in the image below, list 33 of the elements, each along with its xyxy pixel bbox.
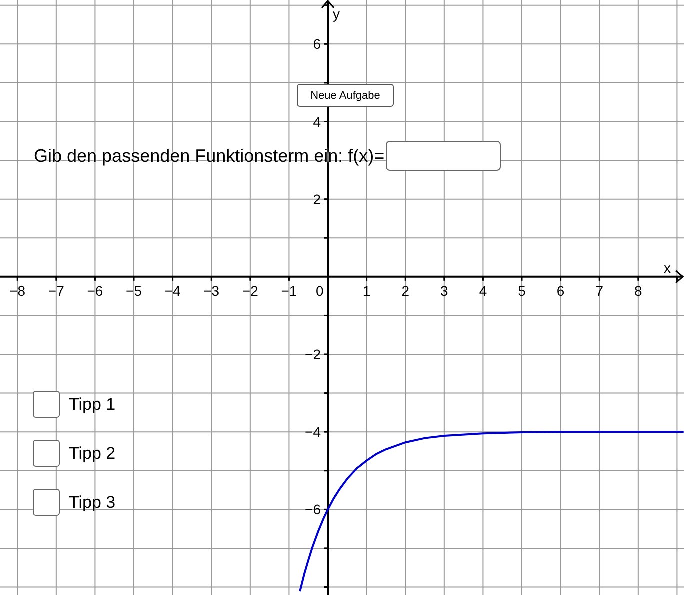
tick-label: −5 xyxy=(126,282,142,299)
tick-label: 5 xyxy=(518,282,526,299)
tick-label: 1 xyxy=(362,282,371,299)
tick-label: 2 xyxy=(313,191,322,208)
tick-label: 6 xyxy=(556,282,565,299)
tick-label: −1 xyxy=(281,282,298,299)
tick-label: 2 xyxy=(402,282,410,299)
checkbox-label[interactable]: Tipp 1 xyxy=(69,394,116,414)
tick-label: 7 xyxy=(596,282,604,299)
checkbox[interactable] xyxy=(33,440,60,467)
tick-label: −8 xyxy=(10,282,26,299)
x-axis-label: x xyxy=(664,260,671,276)
tick-label: −6 xyxy=(87,282,104,299)
checkbox[interactable] xyxy=(33,391,60,418)
checkbox[interactable] xyxy=(33,489,60,516)
new-task-button[interactable]: Neue Aufgabe xyxy=(297,84,394,107)
tick-label: 6 xyxy=(313,36,322,52)
origin-label: 0 xyxy=(316,282,324,299)
tick-label: −2 xyxy=(242,282,258,299)
tick-label: 4 xyxy=(313,114,322,130)
checkbox-label[interactable]: Tipp 3 xyxy=(69,492,116,512)
tick-label: 4 xyxy=(479,282,488,299)
tick-label: 3 xyxy=(440,282,448,299)
tick-label: −6 xyxy=(305,502,322,518)
y-axis-label: y xyxy=(333,6,340,22)
tick-label: −3 xyxy=(204,282,220,299)
input-field[interactable] xyxy=(386,141,501,171)
tick-label: −7 xyxy=(48,282,64,299)
tick-label: −2 xyxy=(305,346,322,362)
checkbox-label[interactable]: Tipp 2 xyxy=(69,444,116,464)
tick-label: −4 xyxy=(164,282,181,299)
tick-label: 8 xyxy=(634,282,642,299)
tick-label: −4 xyxy=(305,424,322,440)
